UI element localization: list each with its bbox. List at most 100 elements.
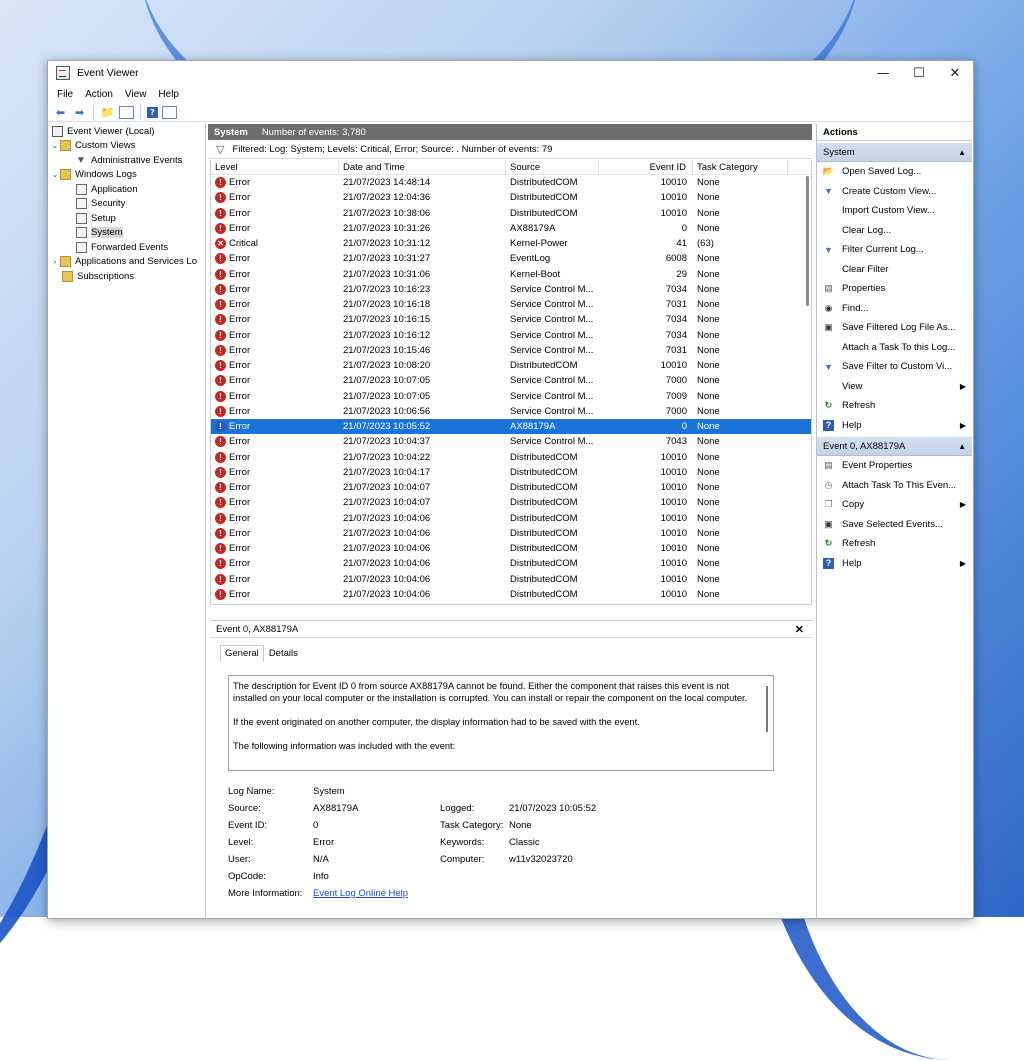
close-icon[interactable]: ✕ [795,623,804,636]
table-row[interactable]: ! Error 21/07/2023 10:38:06 DistributedCOM 1… [211,206,811,221]
action-item[interactable]: View ▶ [817,377,972,397]
event-description[interactable]: The description for Event ID 0 from sour… [228,675,774,771]
table-row[interactable]: ! Error 21/07/2023 10:07:05 Service Control… [211,373,811,388]
tree-item-subscriptions[interactable]: Subscriptions [50,269,205,284]
log-header: System Number of events: 3,780 [208,124,812,140]
cell-date: 21/07/2023 10:38:06 [343,207,431,219]
action-item[interactable]: ▼ Create Custom View... [817,182,972,202]
menu-view[interactable]: View [119,87,153,102]
action-item[interactable]: ▣ Save Selected Events... [817,515,972,535]
tree-item-application[interactable]: Application [50,182,205,197]
action-item[interactable]: ▤ Properties [817,279,972,299]
action-item[interactable]: Import Custom View... [817,201,972,221]
column-header-level[interactable]: Level [211,160,339,174]
description-scrollbar[interactable] [766,686,768,732]
chevron-down-icon[interactable]: ⌄ [50,170,60,179]
forward-arrow-icon[interactable]: ➡ [72,105,87,120]
close-button[interactable]: ✕ [937,61,973,85]
tree-item-applications-and-services[interactable]: › Applications and Services Lo [50,255,205,270]
table-row[interactable]: ! Error 21/07/2023 10:04:37 Service Control… [211,434,811,449]
table-row[interactable]: ! Error 21/07/2023 10:06:56 Service Control… [211,404,811,419]
table-row[interactable]: ! Error 21/07/2023 10:04:17 DistributedCOM 1… [211,465,811,480]
table-row[interactable]: ! Error 21/07/2023 14:48:14 DistributedCOM 1… [211,175,811,190]
submenu-arrow-icon: ▶ [959,558,966,568]
cell-event-id: 7000 [665,405,687,417]
collapse-arrow-icon[interactable]: ▲ [958,148,966,157]
action-item[interactable]: Attach a Task To this Log... [817,338,972,358]
table-row[interactable]: ! Error 21/07/2023 10:31:26 AX88179A 0 None [211,221,811,236]
column-header-task-category[interactable]: Task Category [693,160,788,174]
tree-item-administrative-events[interactable]: ▼ Administrative Events [50,153,205,168]
action-label: Create Custom View... [842,185,937,197]
collapse-arrow-icon[interactable]: ▲ [958,442,966,451]
column-header-source[interactable]: Source [506,160,599,174]
action-item[interactable]: 📂 Open Saved Log... [817,162,972,182]
action-item[interactable]: ▼ Filter Current Log... [817,240,972,260]
minimize-button[interactable]: — [865,61,901,85]
table-row[interactable]: ✕ Critical 21/07/2023 10:31:12 Kernel-Power… [211,236,811,251]
action-item[interactable]: Clear Filter [817,260,972,280]
table-row[interactable]: ! Error 21/07/2023 10:04:06 DistributedCOM 1… [211,526,811,541]
table-row[interactable]: ! Error 21/07/2023 12:04:36 DistributedCOM 1… [211,190,811,205]
table-row[interactable]: ! Error 21/07/2023 10:16:23 Service Control… [211,282,811,297]
event-log-online-help-link[interactable]: Event Log Online Help [313,888,408,899]
table-row[interactable]: ! Error 21/07/2023 10:15:46 Service Control… [211,343,811,358]
table-row[interactable]: ! Error 21/07/2023 10:07:05 Service Control… [211,389,811,404]
up-folder-icon[interactable]: 📁 [100,105,115,120]
table-row[interactable]: ! Error 21/07/2023 10:16:15 Service Control… [211,312,811,327]
tree-item-windows-logs[interactable]: ⌄ Windows Logs [50,168,205,183]
action-item[interactable]: Clear Log... [817,221,972,241]
table-row[interactable]: ! Error 21/07/2023 10:04:06 DistributedCOM 1… [211,541,811,556]
column-header-date[interactable]: Date and Time [339,160,506,174]
show-hide-console-tree-icon[interactable] [119,105,134,119]
action-item[interactable]: ◉ Find... [817,299,972,319]
table-row[interactable]: ! Error 21/07/2023 10:31:06 Kernel-Boot 29 No… [211,267,811,282]
action-item[interactable]: ▤ Event Properties [817,456,972,476]
action-item[interactable]: ◷ Attach Task To This Even... [817,476,972,496]
table-row[interactable]: ! Error 21/07/2023 10:04:06 DistributedCOM 1… [211,511,811,526]
table-row[interactable]: ! Error 21/07/2023 10:04:06 DistributedCOM 1… [211,556,811,571]
show-hide-action-pane-icon[interactable] [162,105,177,119]
menu-file[interactable]: File [51,87,79,102]
tree-item-event-viewer-local[interactable]: Event Viewer (Local) [50,124,205,139]
back-arrow-icon[interactable]: ⬅ [53,105,68,120]
task-icon: ◷ [824,479,833,490]
action-item[interactable]: ▣ Save Filtered Log File As... [817,318,972,338]
events-scrollbar[interactable] [806,176,809,306]
actions-section-event[interactable]: Event 0, AX88179A ▲ [817,437,972,456]
table-row[interactable]: ! Error 21/07/2023 10:04:07 DistributedCOM 1… [211,480,811,495]
table-row[interactable]: ! Error 21/07/2023 10:04:06 DistributedCOM 1… [211,587,811,602]
column-header-event-id[interactable]: Event ID [599,160,693,174]
tree-item-system[interactable]: System [50,226,205,241]
tab-general[interactable]: General [220,645,264,662]
cell-source: Service Control M... [510,390,594,402]
menu-action[interactable]: Action [79,87,119,102]
actions-section-system[interactable]: System ▲ [817,143,972,162]
help-icon[interactable]: ? [147,106,158,118]
table-row[interactable]: ! Error 21/07/2023 10:08:20 DistributedCOM 1… [211,358,811,373]
chevron-right-icon[interactable]: › [50,257,60,266]
action-item[interactable]: ? Help ▶ [817,554,972,574]
table-row[interactable]: ! Error 21/07/2023 10:04:06 DistributedCOM 1… [211,572,811,587]
error-icon: ! [215,512,226,524]
table-row[interactable]: ! Error 21/07/2023 10:04:07 DistributedCOM 1… [211,495,811,510]
tree-item-forwarded-events[interactable]: Forwarded Events [50,240,205,255]
content-area: Event Viewer (Local) ⌄ Custom Views ▼ Ad… [48,124,973,918]
table-row[interactable]: ! Error 21/07/2023 10:04:22 DistributedCOM 1… [211,450,811,465]
action-item[interactable]: ❐ Copy ▶ [817,495,972,515]
table-row[interactable]: ! Error 21/07/2023 10:31:27 EventLog 6008 Non… [211,251,811,266]
action-item[interactable]: ▼ Save Filter to Custom Vi... [817,357,972,377]
chevron-down-icon[interactable]: ⌄ [50,141,60,150]
table-row[interactable]: ! Error 21/07/2023 10:16:18 Service Control… [211,297,811,312]
tree-item-custom-views[interactable]: ⌄ Custom Views [50,139,205,154]
tree-item-setup[interactable]: Setup [50,211,205,226]
menu-help[interactable]: Help [152,87,185,102]
table-row[interactable]: ! Error 21/07/2023 10:16:12 Service Control… [211,328,811,343]
tab-details[interactable]: Details [264,645,303,662]
action-item[interactable]: ↻ Refresh [817,534,972,554]
action-item[interactable]: ↻ Refresh [817,396,972,416]
action-item[interactable]: ? Help ▶ [817,416,972,436]
maximize-button[interactable]: ☐ [901,61,937,85]
table-row[interactable]: ! Error 21/07/2023 10:05:52 AX88179A 0 None [211,419,811,435]
tree-item-security[interactable]: Security [50,197,205,212]
